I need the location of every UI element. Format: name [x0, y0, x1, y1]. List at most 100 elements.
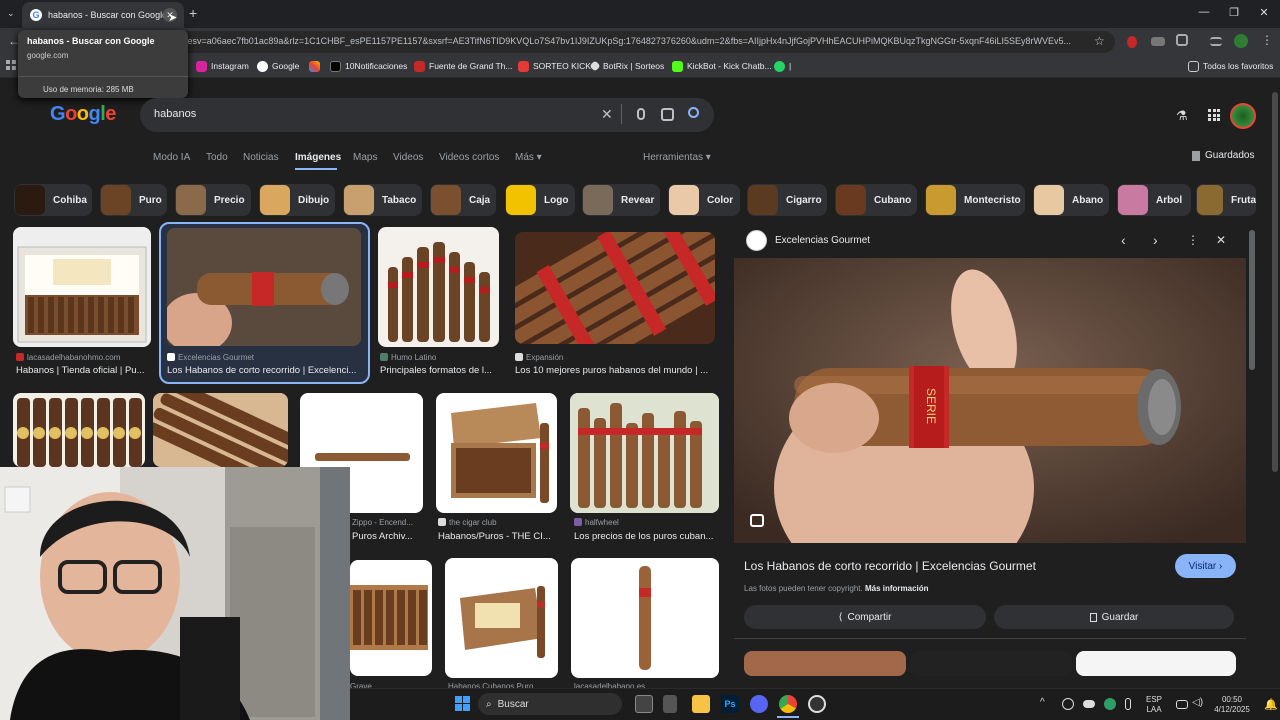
browser-tab[interactable]: G habanos - Buscar con Google ✕	[22, 2, 184, 28]
chip-logo[interactable]: Logo	[505, 184, 575, 216]
preview-site-name[interactable]: Excelencias Gourmet	[775, 235, 870, 246]
tab-maps[interactable]: Maps	[353, 152, 377, 163]
chip-cubano[interactable]: Cubano	[835, 184, 917, 216]
restore-icon[interactable]: ❐	[1225, 6, 1243, 19]
close-preview-icon[interactable]: ✕	[1216, 233, 1226, 247]
tab-videos[interactable]: Videos	[393, 152, 423, 163]
volume-icon[interactable]: ◁)	[1192, 698, 1203, 708]
bookmark-instagram[interactable]: Instagram	[196, 58, 249, 74]
address-bar[interactable]: ca_esv=a06aec7fb01ac89a&rlz=1C1CHBF_esPE…	[165, 31, 1115, 53]
taskbar-search[interactable]: ⌕ Buscar	[478, 693, 622, 715]
labs-flask-icon[interactable]: ⚗	[1176, 108, 1188, 124]
google-logo[interactable]: Google	[50, 103, 116, 126]
clear-search-icon[interactable]: ✕	[601, 106, 613, 123]
profile-avatar-icon[interactable]	[1234, 34, 1248, 48]
app-icon[interactable]	[663, 695, 677, 713]
result-image[interactable]	[445, 558, 558, 678]
result-image[interactable]	[515, 232, 715, 344]
language-indicator[interactable]: ESP LAA	[1146, 695, 1162, 715]
chip-arbol[interactable]: Arbol	[1117, 184, 1191, 216]
tab-videos-cortos[interactable]: Videos cortos	[439, 152, 499, 163]
microphone-icon[interactable]	[637, 108, 645, 120]
chip-tabaco[interactable]: Tabaco	[343, 184, 422, 216]
notifications-icon[interactable]: 🔔	[1264, 698, 1278, 711]
preview-title[interactable]: Los Habanos de corto recorrido | Excelen…	[744, 559, 1164, 573]
extension-icon[interactable]	[1127, 36, 1137, 48]
lens-icon[interactable]	[661, 108, 674, 121]
bookmark-kickbot[interactable]: KickBot - Kick Chatb...	[672, 58, 772, 74]
media-control-icon[interactable]	[1210, 37, 1222, 46]
chrome-icon[interactable]	[779, 695, 797, 713]
tab-modo-ia[interactable]: Modo IA	[153, 152, 190, 163]
tray-icon[interactable]	[1062, 698, 1074, 710]
result-title[interactable]: Habanos/Puros - THE CI...	[438, 531, 556, 542]
saved-button[interactable]: Guardados	[1192, 150, 1254, 161]
tab-mas[interactable]: Más ▾	[515, 152, 542, 163]
onedrive-icon[interactable]	[1083, 700, 1095, 708]
close-window-icon[interactable]: ✕	[1255, 6, 1273, 19]
preview-image[interactable]: SERIE	[734, 258, 1246, 543]
save-button[interactable]: Guardar	[994, 605, 1234, 629]
result-image[interactable]	[378, 227, 499, 347]
bookmark-sparkle[interactable]	[309, 58, 324, 74]
panel-scrollbar[interactable]	[1249, 230, 1255, 370]
result-image[interactable]	[571, 558, 719, 678]
tab-imagenes[interactable]: Imágenes	[295, 152, 341, 163]
result-image[interactable]	[167, 228, 361, 346]
result-title[interactable]: Puros Archiv...	[352, 531, 422, 542]
search-box[interactable]	[140, 98, 714, 132]
network-icon[interactable]	[1176, 700, 1188, 709]
more-info-link[interactable]: Más información	[865, 584, 929, 593]
task-view-icon[interactable]	[635, 695, 653, 713]
chip-cigarro[interactable]: Cigarro	[747, 184, 827, 216]
result-image[interactable]	[436, 393, 557, 513]
result-title[interactable]: Los 10 mejores puros habanos del mundo |…	[515, 365, 715, 376]
page-scrollbar[interactable]	[1272, 92, 1278, 472]
new-tab-icon[interactable]: +	[189, 5, 197, 21]
windows-start-icon[interactable]	[455, 696, 470, 711]
menu-kebab-icon[interactable]: ⋮	[1261, 33, 1273, 47]
bookmark-whatsapp[interactable]: |	[774, 58, 791, 74]
related-image[interactable]	[1076, 651, 1236, 676]
bookmark-botrix[interactable]: BotRix | Sorteos	[589, 58, 664, 74]
search-inside-image-icon[interactable]	[750, 514, 764, 527]
tray-overflow-icon[interactable]: ^	[1040, 698, 1045, 708]
share-button[interactable]: ⟨ Compartir	[744, 605, 986, 629]
result-title[interactable]: Los precios de los puros cuban...	[574, 531, 718, 542]
chip-color[interactable]: Color	[668, 184, 740, 216]
result-image[interactable]	[153, 393, 288, 467]
related-image[interactable]	[744, 651, 906, 676]
apps-icon[interactable]	[6, 60, 16, 70]
result-title[interactable]: Principales formatos de l...	[380, 365, 498, 376]
chip-puro[interactable]: Puro	[100, 184, 167, 216]
chip-caja[interactable]: Caja	[430, 184, 496, 216]
extensions-puzzle-icon[interactable]	[1176, 34, 1188, 46]
tab-search-icon[interactable]: ⌄	[7, 8, 15, 19]
all-favorites[interactable]: Todos los favoritos	[1188, 58, 1273, 74]
tab-noticias[interactable]: Noticias	[243, 152, 279, 163]
visit-button[interactable]: Visitar ›	[1175, 554, 1236, 578]
microphone-icon[interactable]	[1125, 698, 1131, 710]
bookmark-10notificaciones[interactable]: 10Notificaciones	[330, 58, 407, 74]
bookmark-grand-theft[interactable]: Fuente de Grand Th...	[414, 58, 512, 74]
result-image[interactable]	[13, 393, 145, 467]
result-title[interactable]: Habanos | Tienda oficial | Pu...	[16, 365, 150, 376]
result-title[interactable]: Los Habanos de corto recorrido | Excelen…	[167, 365, 363, 376]
minimize-icon[interactable]: —	[1195, 6, 1213, 18]
tray-icon[interactable]	[1104, 698, 1116, 710]
account-avatar[interactable]	[1230, 103, 1256, 129]
previous-icon[interactable]: ‹	[1121, 232, 1126, 248]
file-explorer-icon[interactable]	[692, 695, 710, 713]
chip-dibujo[interactable]: Dibujo	[259, 184, 335, 216]
clock[interactable]: 00:50 4/12/2025	[1210, 695, 1254, 715]
bookmark-star-icon[interactable]: ☆	[1094, 34, 1105, 48]
chip-cohiba[interactable]: Cohiba	[14, 184, 92, 216]
more-options-icon[interactable]: ⋮	[1187, 233, 1199, 247]
chip-fruta[interactable]: Fruta	[1196, 184, 1256, 216]
chip-revear[interactable]: Revear	[582, 184, 660, 216]
tab-todo[interactable]: Todo	[206, 152, 228, 163]
related-image[interactable]	[910, 651, 1072, 676]
chip-precio[interactable]: Precio	[175, 184, 251, 216]
chip-montecristo[interactable]: Montecristo	[925, 184, 1025, 216]
search-input[interactable]: habanos	[154, 108, 196, 120]
